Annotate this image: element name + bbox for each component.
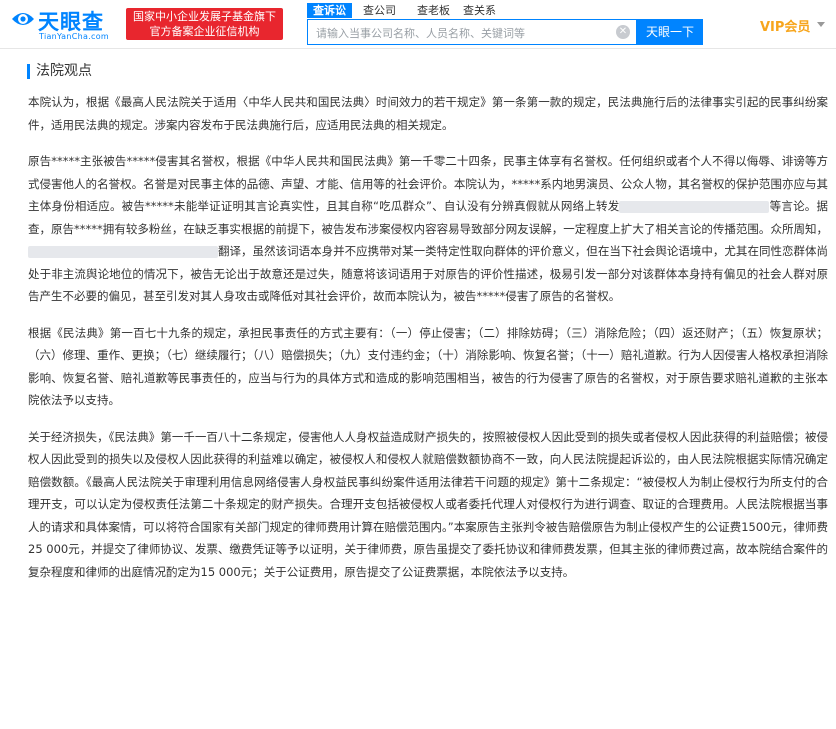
top-navigation-bar: 天眼查 TianYanCha.com 国家中小企业发展子基金旗下 官方备案企业征… [0,0,836,49]
eye-logo-icon [12,13,34,25]
logo-domain: TianYanCha.com [39,32,109,41]
vip-membership-link[interactable]: VIP会员 [760,16,810,35]
badge-line-2: 官方备案企业征信机构 [149,25,260,38]
opinion-content: 本院认为，根据《最高人民法院关于适用〈中华人民共和国民法典〉时间效力的若干规定》… [28,91,828,597]
court-opinion-panel: 法院观点 本院认为，根据《最高人民法院关于适用〈中华人民共和国民法典〉时间效力的… [0,49,836,729]
paragraph-4: 关于经济损失，《民法典》第一千一百八十二条规定，侵害他人人身权益造成财产损失的，… [28,429,828,579]
clear-icon[interactable]: ✕ [616,25,630,39]
chevron-down-icon[interactable] [817,22,825,27]
tab-boss[interactable]: 查老板 [411,3,456,18]
tab-company[interactable]: 查公司 [357,3,402,18]
paragraph-2: 原告*****主张被告*****侵害其名誉权，根据《中华人民共和国民法典》第一千… [28,150,828,308]
tab-relation[interactable]: 查关系 [457,3,502,18]
redacted-text [619,200,770,213]
section-marker [27,64,30,79]
official-badge: 国家中小企业发展子基金旗下 官方备案企业征信机构 [126,8,283,40]
paragraph-3: 根据《民法典》第一百七十九条的规定，承担民事责任的方式主要有：（一）停止侵害；（… [28,325,828,408]
redacted-text [28,245,218,258]
tianyancha-logo[interactable]: 天眼查 TianYanCha.com [10,6,115,42]
badge-line-1: 国家中小企业发展子基金旗下 [133,10,276,23]
search-box: ✕ [307,19,637,46]
section-title: 法院观点 [36,63,92,79]
search-input[interactable] [308,20,618,46]
search-button[interactable]: 天眼一下 [637,19,703,45]
paragraph-1: 本院认为，根据《最高人民法院关于适用〈中华人民共和国民法典〉时间效力的若干规定》… [28,95,828,132]
tab-lawsuit[interactable]: 查诉讼 [307,3,352,18]
